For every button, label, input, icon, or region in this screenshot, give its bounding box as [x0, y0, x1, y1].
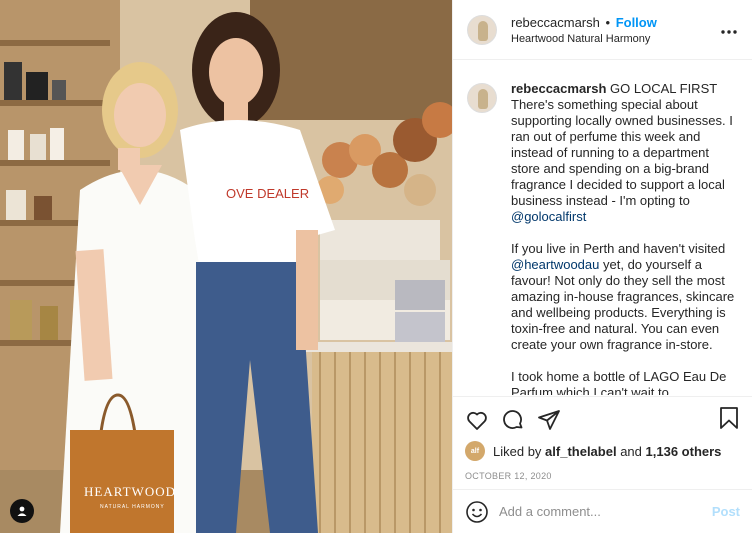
caption-author-avatar[interactable] — [467, 83, 497, 113]
liker-username[interactable]: alf_thelabel — [545, 444, 617, 459]
mention-heartwoodau[interactable]: @heartwoodau — [511, 257, 599, 272]
likes-and-label: and — [620, 443, 642, 459]
post-side-panel: rebeccacmarsh • Follow Heartwood Natural… — [452, 0, 752, 533]
more-options-icon[interactable] — [720, 24, 738, 35]
likes-summary: alf Liked by alf_thelabel and 1,136 othe… — [465, 441, 740, 461]
user-tag-icon — [17, 506, 27, 516]
separator-dot: • — [605, 14, 611, 30]
post-date[interactable]: OCTOBER 12, 2020 — [465, 471, 740, 481]
photo-illustration: OVE DEALER HEARTWOOD NATURAL HARMONY — [0, 0, 452, 533]
comment-input[interactable] — [499, 504, 712, 519]
liked-by-label: Liked by — [493, 443, 542, 459]
post-photo[interactable]: OVE DEALER HEARTWOOD NATURAL HARMONY — [0, 0, 452, 533]
caption-paragraph-2-start: If you live in Perth and haven't visited — [511, 241, 726, 256]
liker-avatar[interactable]: alf — [465, 441, 485, 461]
bag-brand: HEARTWOOD — [84, 484, 176, 499]
post-caption: rebeccacmarsh GO LOCAL FIRST There's som… — [467, 81, 738, 395]
comment-bubble-icon[interactable] — [501, 408, 525, 432]
post-actions: alf Liked by alf_thelabel and 1,136 othe… — [453, 396, 752, 481]
post-comment-button[interactable]: Post — [712, 504, 740, 519]
caption-paragraph-3: I took home a bottle of LAGO Eau De Parf… — [511, 369, 727, 395]
save-bookmark-icon[interactable] — [718, 406, 740, 435]
shirt-text: OVE DEALER — [226, 186, 309, 201]
author-username[interactable]: rebeccacmarsh — [511, 15, 600, 30]
likes-others-link[interactable]: 1,136 others — [646, 444, 722, 459]
post-location[interactable]: Heartwood Natural Harmony — [511, 33, 720, 45]
bag-sub: NATURAL HARMONY — [100, 504, 165, 510]
caption-paragraph-1: GO LOCAL FIRST There's something special… — [511, 81, 733, 208]
emoji-icon[interactable] — [465, 500, 489, 524]
comments-scroll-area[interactable]: rebeccacmarsh GO LOCAL FIRST There's som… — [453, 61, 752, 395]
like-heart-icon[interactable] — [465, 408, 489, 432]
mention-golocalfirst[interactable]: @golocalfirst — [511, 209, 586, 224]
tagged-users-button[interactable] — [10, 499, 34, 523]
share-send-icon[interactable] — [537, 408, 561, 432]
follow-button[interactable]: Follow — [616, 15, 657, 30]
post-header: rebeccacmarsh • Follow Heartwood Natural… — [453, 0, 752, 60]
author-avatar[interactable] — [467, 14, 497, 45]
comment-composer: Post — [453, 489, 752, 533]
caption-username[interactable]: rebeccacmarsh — [511, 81, 606, 96]
